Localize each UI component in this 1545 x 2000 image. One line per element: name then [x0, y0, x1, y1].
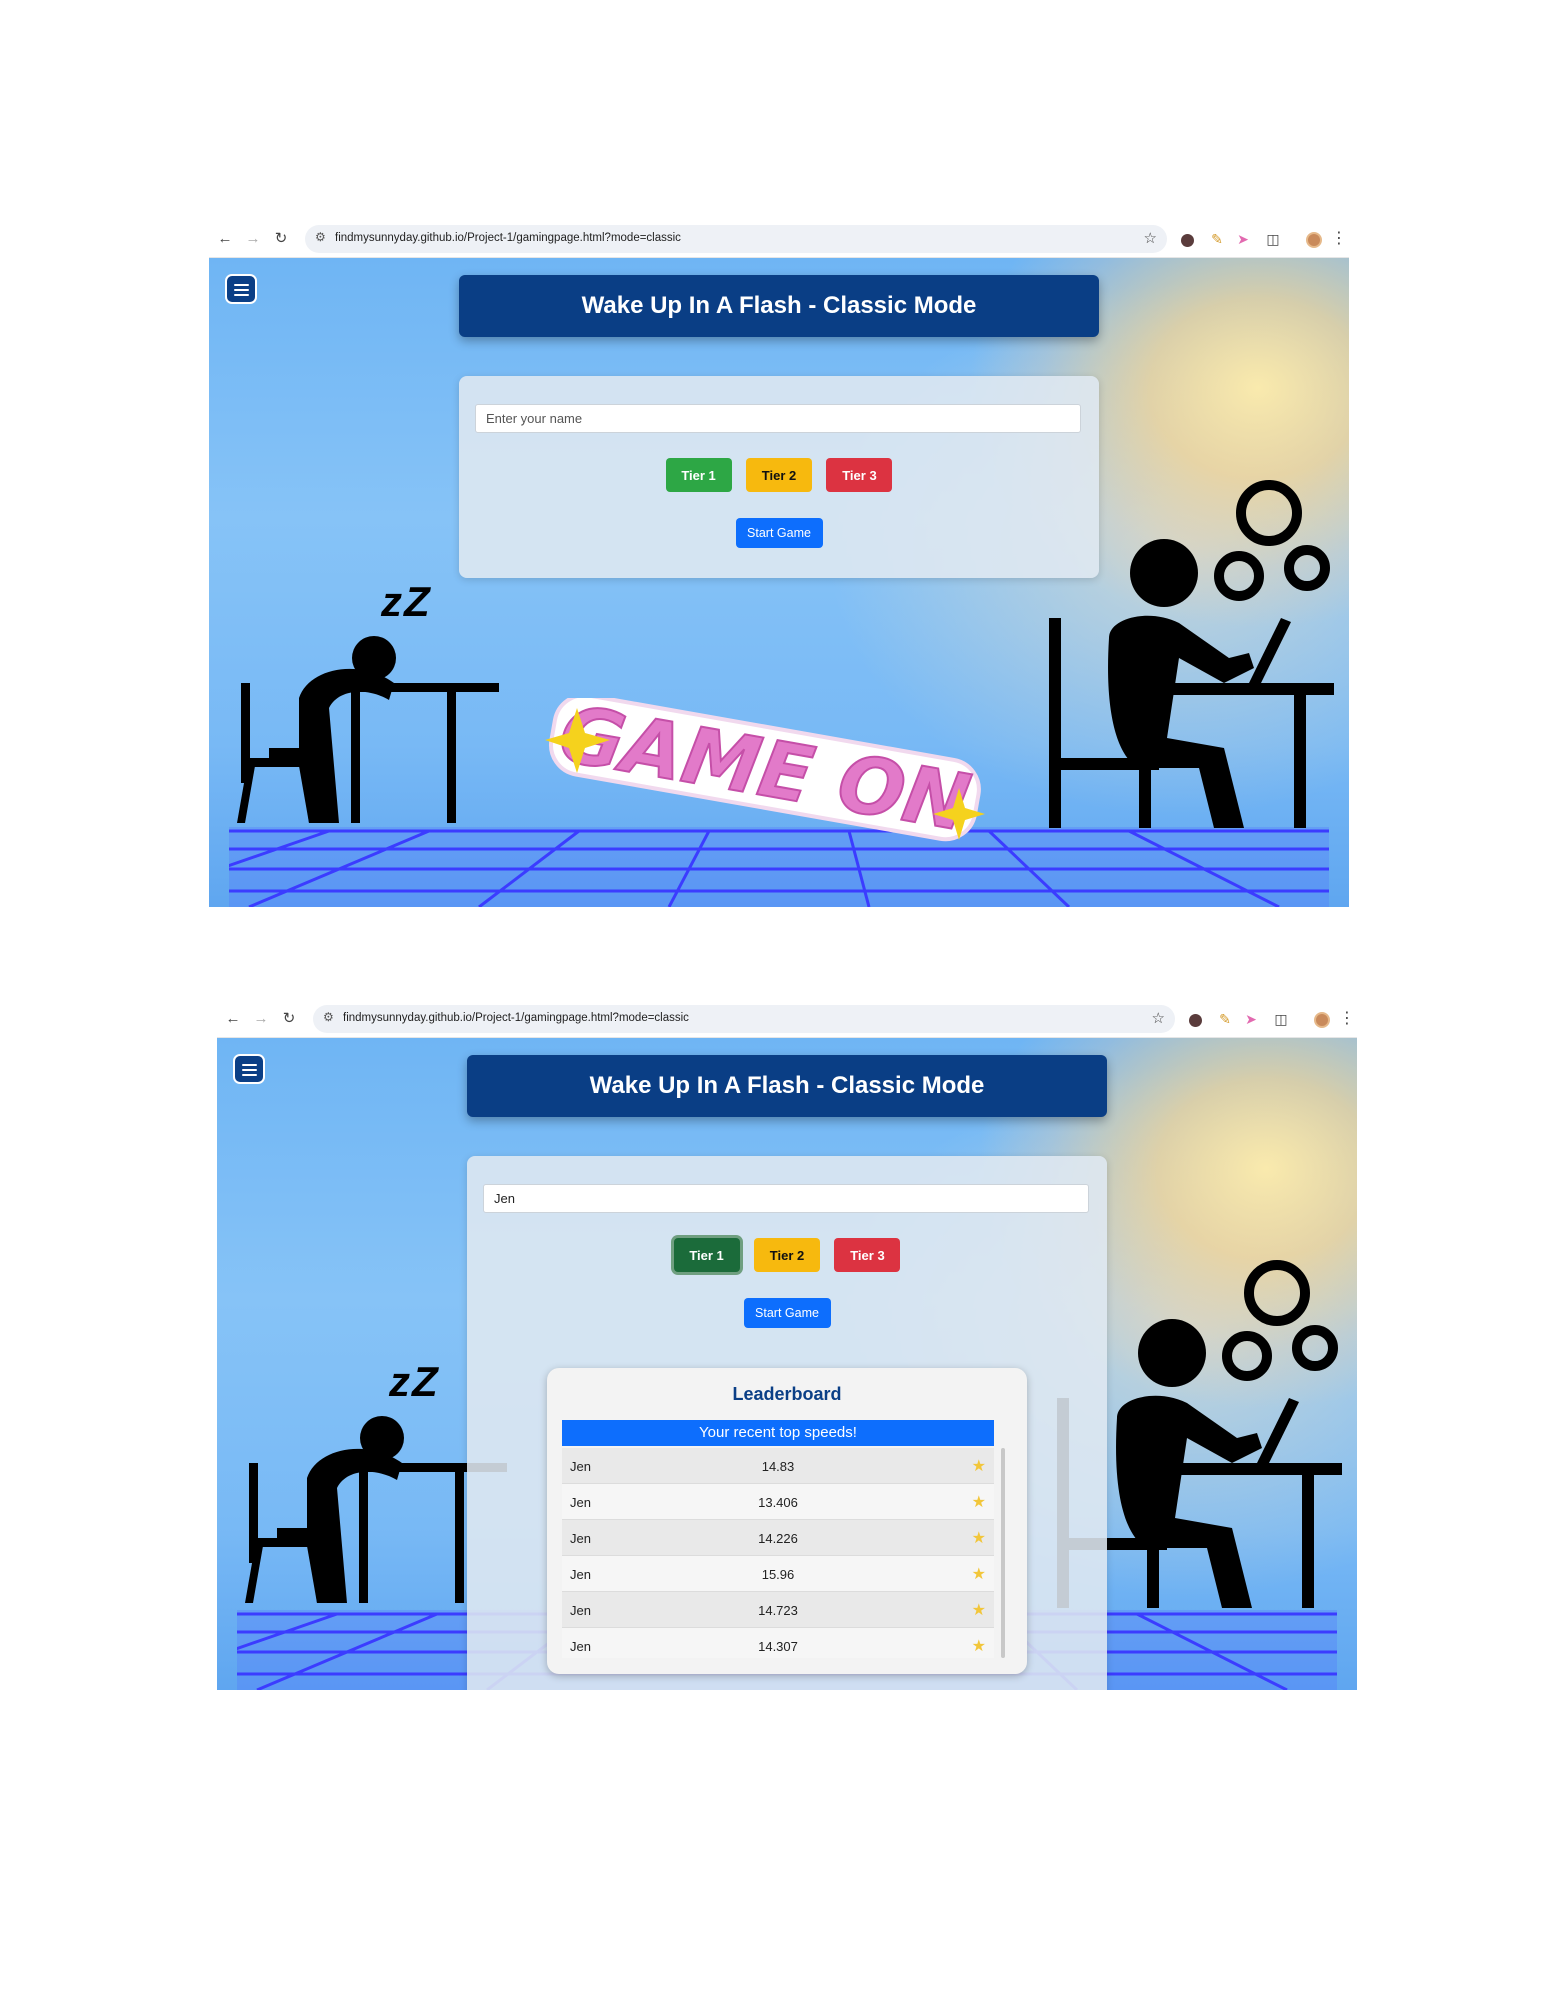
address-bar[interactable]: ⚙ findmysunnyday.github.io/Project-1/gam…: [305, 225, 1167, 253]
leaderboard-table[interactable]: 14.83 Jen ★ 13.406 Jen ★ 14.226 Jen ★ 15…: [562, 1448, 994, 1658]
menu-line-icon: [234, 284, 249, 286]
site-settings-icon[interactable]: ⚙: [315, 230, 326, 244]
leaderboard-player-name: Jen: [570, 1603, 591, 1618]
leaderboard-player-name: Jen: [570, 1567, 591, 1582]
screenshot-initial: ← → ↻ ⚙ findmysunnyday.github.io/Project…: [209, 220, 1349, 907]
tier-3-button[interactable]: Tier 3: [826, 458, 893, 492]
game-page: zZ GAME ON Wake Up In A Flash - Classic …: [209, 258, 1349, 907]
leaderboard-row: 14.226 Jen ★: [562, 1520, 994, 1556]
start-row: Start Game: [467, 1298, 1107, 1328]
game-on-text: GAME ON: [553, 698, 976, 848]
start-game-button[interactable]: Start Game: [735, 518, 823, 548]
tier-3-button[interactable]: Tier 3: [834, 1238, 901, 1272]
star-icon: ★: [971, 1530, 986, 1547]
page-title: Wake Up In A Flash - Classic Mode: [589, 1072, 985, 1099]
leaderboard-speed: 15.96: [761, 1567, 795, 1582]
hamburger-menu-button[interactable]: [225, 274, 257, 304]
forward-arrow-icon[interactable]: →: [243, 229, 263, 249]
bookmark-star-icon[interactable]: ☆: [1144, 229, 1157, 247]
tier-1-button[interactable]: Tier 1: [673, 1238, 740, 1272]
back-arrow-icon[interactable]: ←: [223, 1009, 243, 1029]
extension-pink-icon[interactable]: ➤: [1233, 229, 1253, 249]
menu-line-icon: [242, 1064, 257, 1066]
leaderboard-player-name: Jen: [570, 1639, 591, 1654]
extensions-puzzle-icon[interactable]: ◫: [1263, 229, 1283, 249]
leaderboard-speed: 14.226: [758, 1531, 798, 1546]
star-icon: ★: [971, 1638, 986, 1655]
game-page: zZ Wake Up In A Flash - Classic Mode Jen…: [217, 1038, 1357, 1690]
game-setup-card: Tier 1 Tier 2 Tier 3 Start Game: [459, 376, 1099, 578]
menu-line-icon: [234, 294, 249, 296]
leaderboard-row: 14.83 Jen ★: [562, 1448, 994, 1484]
menu-line-icon: [242, 1074, 257, 1076]
leaderboard-scrollbar[interactable]: [1001, 1448, 1005, 1658]
star-icon: ★: [971, 1494, 986, 1511]
tier-2-button[interactable]: Tier 2: [746, 458, 812, 492]
profile-avatar-icon[interactable]: [1304, 229, 1324, 249]
profile-avatar-icon[interactable]: [1312, 1009, 1332, 1029]
reload-icon[interactable]: ↻: [271, 229, 291, 249]
star-icon: ★: [971, 1458, 986, 1475]
leaderboard-speed: 14.83: [761, 1459, 795, 1474]
sleep-zz-text: zZ: [389, 1358, 440, 1405]
url-text: findmysunnyday.github.io/Project-1/gamin…: [335, 232, 681, 244]
leaderboard-player-name: Jen: [570, 1459, 591, 1474]
star-icon: ★: [971, 1602, 986, 1619]
address-bar[interactable]: ⚙ findmysunnyday.github.io/Project-1/gam…: [313, 1005, 1175, 1033]
leaderboard-player-name: Jen: [570, 1495, 591, 1510]
name-input[interactable]: [475, 404, 1081, 433]
back-arrow-icon[interactable]: ←: [215, 229, 235, 249]
page-title-banner: Wake Up In A Flash - Classic Mode: [459, 275, 1099, 337]
page-title: Wake Up In A Flash - Classic Mode: [581, 292, 977, 319]
name-input[interactable]: [483, 1184, 1089, 1213]
tier-1-button[interactable]: Tier 1: [665, 458, 732, 492]
menu-line-icon: [234, 289, 249, 291]
browser-menu-icon[interactable]: ⋮: [1329, 229, 1349, 249]
site-settings-icon[interactable]: ⚙: [323, 1010, 334, 1024]
tier-selector: Tier 1 Tier 2 Tier 3: [459, 458, 1099, 492]
screenshot-leaderboard: ← → ↻ ⚙ findmysunnyday.github.io/Project…: [217, 1000, 1357, 1690]
browser-menu-icon[interactable]: ⋮: [1337, 1009, 1357, 1029]
hamburger-menu-button[interactable]: [233, 1054, 265, 1084]
sleep-zz-text: zZ: [381, 578, 432, 625]
leaderboard-player-name: Jen: [570, 1531, 591, 1546]
leaderboard-row: 15.96 Jen ★: [562, 1556, 994, 1592]
extension-pencil-icon[interactable]: ✎: [1215, 1009, 1235, 1029]
leaderboard-panel: Leaderboard Your recent top speeds! 14.8…: [547, 1368, 1027, 1674]
forward-arrow-icon[interactable]: →: [251, 1009, 271, 1029]
menu-line-icon: [242, 1069, 257, 1071]
tier-2-button[interactable]: Tier 2: [754, 1238, 820, 1272]
extension-icon[interactable]: [1177, 229, 1197, 249]
browser-toolbar: ← → ↻ ⚙ findmysunnyday.github.io/Project…: [209, 220, 1349, 258]
extension-pencil-icon[interactable]: ✎: [1207, 229, 1227, 249]
tier-selector: Tier 1 Tier 2 Tier 3: [467, 1238, 1107, 1272]
reload-icon[interactable]: ↻: [279, 1009, 299, 1029]
leaderboard-row: 13.406 Jen ★: [562, 1484, 994, 1520]
leaderboard-speed: 14.307: [758, 1639, 798, 1654]
browser-toolbar: ← → ↻ ⚙ findmysunnyday.github.io/Project…: [217, 1000, 1357, 1038]
sleeping-person-illustration: [237, 636, 499, 823]
leaderboard-row: 14.723 Jen ★: [562, 1592, 994, 1628]
leaderboard-title: Leaderboard: [732, 1384, 842, 1404]
star-icon: ★: [971, 1566, 986, 1583]
start-game-button[interactable]: Start Game: [743, 1298, 831, 1328]
leaderboard-header: Your recent top speeds!: [562, 1420, 994, 1446]
bookmark-star-icon[interactable]: ☆: [1152, 1009, 1165, 1027]
extensions-puzzle-icon[interactable]: ◫: [1271, 1009, 1291, 1029]
page-title-banner: Wake Up In A Flash - Classic Mode: [467, 1055, 1107, 1117]
leaderboard-speed: 14.723: [758, 1603, 798, 1618]
game-setup-card: Tier 1 Tier 2 Tier 3 Start Game Leaderbo…: [467, 1156, 1107, 1690]
extension-icon[interactable]: [1185, 1009, 1205, 1029]
leaderboard-row: 14.307 Jen ★: [562, 1628, 994, 1658]
leaderboard-speed: 13.406: [758, 1495, 798, 1510]
url-text: findmysunnyday.github.io/Project-1/gamin…: [343, 1012, 689, 1024]
extension-pink-icon[interactable]: ➤: [1241, 1009, 1261, 1029]
game-on-sticker: GAME ON: [545, 698, 985, 848]
start-row: Start Game: [459, 518, 1099, 548]
